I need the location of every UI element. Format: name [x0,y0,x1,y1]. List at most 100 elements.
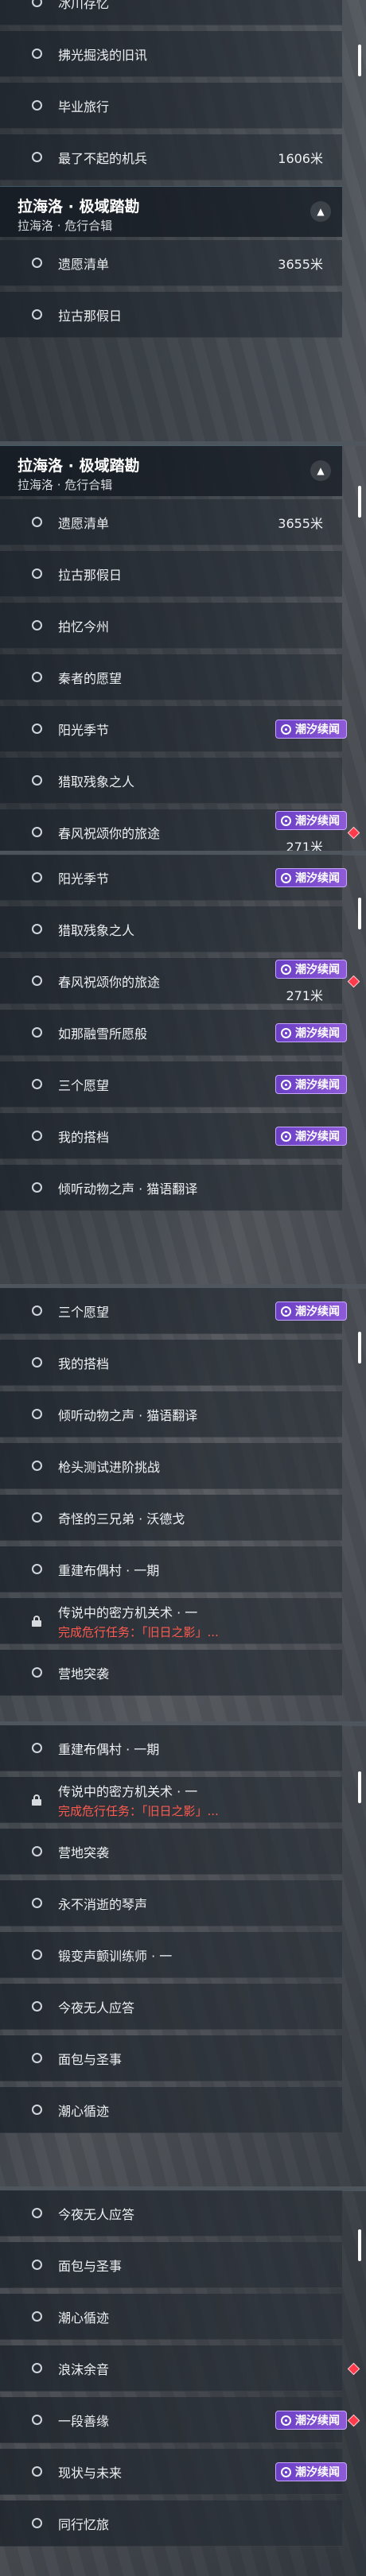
task-row[interactable]: 拍忆今州 [0,603,342,649]
tide-tag-badge: 潮汐续闻 [275,960,347,979]
task-label: 三个愿望 [58,1077,110,1093]
task-row[interactable]: 重建布偶村 · 一期 [0,1725,342,1771]
tag-label: 潮汐续闻 [295,2466,340,2479]
task-label: 拍忆今州 [58,619,110,634]
tag-label: 潮汐续闻 [295,1027,340,1040]
collapse-chevron-icon[interactable]: ▲ [310,460,331,481]
list-panel: 阳光季节 潮汐续闻 猎取残象之人 春风祝颂你的旅途 271米 潮汐续闻 如那融雪所愿般 潮汐续… [0,855,366,1284]
task-distance: 3655米 [278,256,323,272]
task-label: 遗愿清单 [58,256,110,272]
circle-bullet-icon [32,872,42,883]
task-row[interactable]: 猎取残象之人 [0,758,342,804]
task-label: 传说中的密方机关术 · 一 [58,1783,198,1799]
task-row[interactable]: 永不消逝的琴声 [0,1880,342,1926]
task-label: 拉古那假日 [58,308,123,324]
task-row[interactable]: 锻变声颤训练师 · 一 [0,1932,342,1978]
list-panel: 重建布偶村 · 一期传说中的密方机关术 · 一完成危行任务：「旧日之影」... 营… [0,1725,366,2186]
circle-bullet-icon [32,1079,42,1089]
task-label: 永不消逝的琴声 [58,1896,148,1912]
task-row[interactable]: 面包与圣事 [0,2242,342,2288]
task-row[interactable]: 冰川存忆 [0,0,342,25]
task-label: 营地突袭 [58,1845,110,1860]
task-row[interactable]: 浪沫余音 [0,2345,342,2392]
task-row[interactable]: 潮心循迹 [0,2087,342,2133]
task-label: 遗愿清单 [58,515,110,531]
region-header[interactable]: 拉海洛 · 极域踏勘 拉海洛 · 危行合辑 ▲ [0,445,342,496]
circle-bullet-icon [32,2518,42,2528]
task-row[interactable]: 枪头测试进阶挑战 [0,1443,342,1489]
scrollbar[interactable] [358,44,361,76]
task-row[interactable]: 面包与圣事 [0,2035,342,2081]
scrollbar[interactable] [358,2229,361,2261]
tide-tag-badge: 潮汐续闻 [275,811,347,830]
tide-tag-badge: 潮汐续闻 [275,720,347,739]
tide-tag-badge: 潮汐续闻 [275,868,347,887]
task-row[interactable]: 遗愿清单 3655米 [0,499,342,545]
task-label: 同行忆旅 [58,2516,110,2532]
task-row[interactable]: 我的搭档 [0,1340,342,1386]
circle-bullet-icon [32,2415,42,2425]
task-row[interactable]: 秦者的愿望 [0,654,342,700]
task-row[interactable]: 拉古那假日 [0,551,342,597]
task-row[interactable]: 传说中的密方机关术 · 一完成危行任务：「旧日之影」... [0,1777,342,1823]
task-row[interactable]: 奇怪的三兄弟 · 沃德戈 [0,1495,342,1541]
list-panel: 冰川存忆拂光掘浅的旧讯 毕业旅行最了不起的机兵 1606米拉海洛 · 极域踏勘 拉海洛… [0,0,366,441]
task-row[interactable]: 倾听动物之声 · 猫语翻译 [0,1391,342,1437]
region-header[interactable]: 拉海洛 · 极域踏勘 拉海洛 · 危行合辑 ▲ [0,186,342,237]
scrollbar[interactable] [358,486,361,518]
task-row[interactable]: 同行忆旅 [0,2500,342,2547]
task-label: 重建布偶村 · 一期 [58,1741,160,1757]
tide-icon [281,2466,291,2477]
task-row[interactable]: 潮心循迹 [0,2294,342,2340]
task-label: 传说中的密方机关术 · 一 [58,1604,198,1620]
task-row[interactable]: 重建布偶村 · 一期 [0,1546,342,1593]
task-label: 阳光季节 [58,722,110,738]
circle-bullet-icon [32,1949,42,1960]
tag-label: 潮汐续闻 [295,1305,340,1318]
task-label: 猎取残象之人 [58,922,135,938]
circle-bullet-icon [32,1357,42,1368]
task-label: 猎取残象之人 [58,774,135,789]
circle-bullet-icon [32,1182,42,1193]
scrollbar[interactable] [358,898,361,929]
circle-bullet-icon [32,2260,42,2270]
circle-bullet-icon [32,672,42,682]
scrollbar[interactable] [358,1771,361,1803]
scrollbar[interactable] [358,1331,361,1364]
task-label: 浪沫余音 [58,2361,110,2377]
task-label: 三个愿望 [58,1304,110,1320]
collapse-chevron-icon[interactable]: ▲ [310,201,331,222]
circle-bullet-icon [32,724,42,734]
list-panel: 拉海洛 · 极域踏勘 拉海洛 · 危行合辑 ▲ 遗愿清单 3655米 拉古那假日拍忆今州秦… [0,445,366,851]
circle-bullet-icon [32,152,42,162]
task-row[interactable]: 拂光掘浅的旧讯 [0,31,342,77]
task-row[interactable]: 今夜无人应答 [0,1984,342,2030]
task-row[interactable]: 遗愿清单 3655米 [0,240,342,286]
task-row[interactable]: 拉古那假日 [0,292,342,338]
task-distance: 271米 [286,840,323,851]
circle-bullet-icon [32,1667,42,1678]
task-row[interactable]: 最了不起的机兵 1606米 [0,134,342,180]
task-label: 冰川存忆 [58,0,110,11]
task-text: 传说中的密方机关术 · 一完成危行任务：「旧日之影」... [58,1602,219,1640]
circle-bullet-icon [32,258,42,268]
circle-bullet-icon [32,2363,42,2373]
task-row[interactable]: 毕业旅行 [0,83,342,129]
task-row[interactable]: 营地突袭 [0,1829,342,1875]
circle-bullet-icon [32,2001,42,2012]
task-label: 现状与未来 [58,2465,123,2481]
task-label: 春风祝颂你的旅途 [58,974,161,990]
region-title: 拉海洛 · 极域踏勘 [18,198,140,215]
circle-bullet-icon [32,1027,42,1038]
tide-icon [281,1131,291,1142]
task-row[interactable]: 猎取残象之人 [0,906,342,952]
task-requirement: 完成危行任务：「旧日之影」... [58,1624,219,1639]
task-row[interactable]: 今夜无人应答 [0,2190,342,2237]
circle-bullet-icon [32,2311,42,2322]
task-row[interactable]: 传说中的密方机关术 · 一完成危行任务：「旧日之影」... [0,1598,342,1644]
circle-bullet-icon [32,48,42,59]
task-row[interactable]: 营地突袭 [0,1650,342,1696]
circle-bullet-icon [32,100,42,111]
task-row[interactable]: 倾听动物之声 · 猫语翻译 [0,1165,342,1211]
circle-bullet-icon [32,1846,42,1856]
